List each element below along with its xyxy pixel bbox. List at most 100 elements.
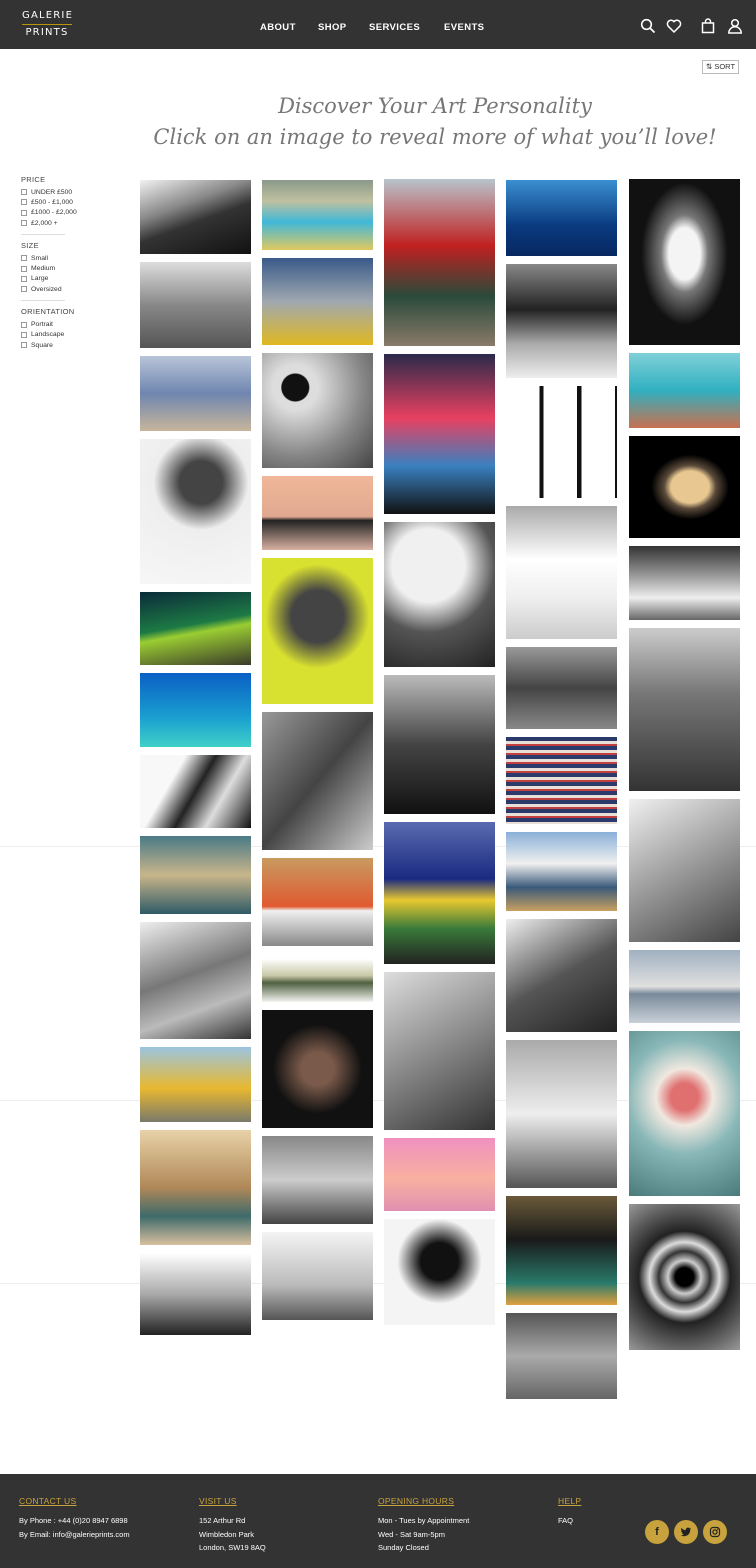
option-label: Large [31, 275, 49, 283]
artwork-rowing-sunset[interactable] [262, 476, 373, 550]
artwork-men-car-street[interactable] [140, 836, 251, 914]
artwork-new-york-aerial[interactable] [629, 628, 740, 791]
checkbox[interactable] [21, 342, 27, 349]
artwork-roller-skater[interactable] [506, 1040, 617, 1188]
option-label: £2,000 + [31, 219, 58, 227]
artwork-pool-backgammon[interactable] [629, 353, 740, 428]
artwork-woman-armchair-room[interactable] [140, 1130, 251, 1245]
facebook-icon[interactable]: f [645, 1520, 669, 1544]
artwork-man-payphone[interactable] [629, 799, 740, 942]
user-icon[interactable] [727, 18, 743, 34]
artwork-salvador-dali[interactable] [506, 919, 617, 1032]
artwork-dolphin-underwater[interactable] [506, 180, 617, 256]
instagram-glyph [709, 1526, 721, 1538]
artwork-woman-balcony[interactable] [140, 922, 251, 1039]
artwork-abstract-architecture[interactable] [140, 755, 251, 828]
artwork-saturn-planet[interactable] [629, 436, 740, 538]
orientation-filter-option[interactable]: Square [21, 340, 121, 350]
artwork-taj-mahal-arch[interactable] [629, 179, 740, 345]
artwork-parachute-woman[interactable] [384, 179, 495, 346]
sort-button[interactable]: ⇅ SORT [702, 60, 739, 74]
hours-line: Wed - Sat 9am-5pm [378, 1529, 445, 1539]
phone-number[interactable]: +44 (0)20 8947 6898 [58, 1516, 128, 1525]
size-filter-option[interactable]: Medium [21, 263, 121, 273]
orientation-filter-option[interactable]: Portrait [21, 319, 121, 329]
checkbox[interactable] [21, 199, 27, 206]
hours-heading: OPENING HOURS [378, 1496, 455, 1506]
artwork-zebra-orange-chairs[interactable] [262, 858, 373, 946]
option-label: Square [31, 341, 53, 349]
artwork-spiral-staircase[interactable] [629, 1204, 740, 1350]
artwork-cut-books-stripes[interactable] [506, 737, 617, 824]
checkbox[interactable] [21, 189, 27, 196]
instagram-icon[interactable] [703, 1520, 727, 1544]
artwork-turquoise-sea[interactable] [140, 673, 251, 747]
artwork-clock-hat-woman[interactable] [384, 522, 495, 667]
price-filter-option[interactable]: £1000 - £2,000 [21, 208, 121, 218]
orientation-filter-option[interactable]: Landscape [21, 330, 121, 340]
artwork-neon-paris-night[interactable] [384, 354, 495, 514]
artwork-leopard-walker[interactable] [506, 1313, 617, 1399]
twitter-icon[interactable] [674, 1520, 698, 1544]
size-filter-title: SIZE [21, 241, 39, 251]
checkbox[interactable] [21, 255, 27, 262]
artwork-aurora-borealis[interactable] [140, 592, 251, 665]
address-line: Wimbledon Park [199, 1529, 255, 1539]
checkbox[interactable] [21, 265, 27, 272]
nav-about[interactable]: ABOUT [260, 22, 296, 33]
artwork-couple-film-still[interactable] [262, 712, 373, 850]
checkbox[interactable] [21, 321, 27, 328]
artwork-casino-table-party[interactable] [506, 1196, 617, 1305]
artwork-veiled-hat-woman[interactable] [384, 1219, 495, 1325]
artwork-batman-robin[interactable] [384, 822, 495, 964]
artwork-yellow-car-women[interactable] [140, 1047, 251, 1122]
nav-events[interactable]: EVENTS [444, 22, 484, 33]
artwork-bulldog-puppy[interactable] [262, 1232, 373, 1320]
nav-services[interactable]: SERVICES [369, 22, 420, 33]
artwork-legs-paris-street[interactable] [506, 647, 617, 729]
artwork-bowie-contact-sheet[interactable] [506, 386, 617, 498]
artwork-boxing-ring[interactable] [629, 546, 740, 620]
checkbox[interactable] [21, 220, 27, 227]
shopping-bag-icon[interactable] [700, 18, 716, 34]
price-filter-option[interactable]: £2,000 + [21, 218, 121, 228]
size-filter-option[interactable]: Small [21, 253, 121, 263]
nav-shop[interactable]: SHOP [318, 22, 347, 33]
email-link[interactable]: info@galerieprints.com [53, 1530, 130, 1539]
checkbox[interactable] [21, 331, 27, 338]
artwork-rajasthani-man-door[interactable] [629, 1031, 740, 1196]
address-line: 152 Arthur Rd [199, 1516, 246, 1525]
price-filter-title: PRICE [21, 175, 46, 184]
artwork-pink-lifeguard-tower[interactable] [384, 1138, 495, 1211]
artwork-audrey-hepburn-portrait[interactable] [140, 439, 251, 584]
artwork-eiffel-tower-gate[interactable] [384, 675, 495, 814]
artwork-vintage-car-women[interactable] [262, 1136, 373, 1224]
artwork-queen-band-portrait[interactable] [262, 1010, 373, 1128]
artwork-man-snow-tuxedo[interactable] [506, 506, 617, 639]
faq-link[interactable]: FAQ [558, 1514, 581, 1528]
artwork-polka-dot-hats[interactable] [262, 353, 373, 468]
artwork-shadow-dancers[interactable] [384, 972, 495, 1130]
artwork-zebras-horizon[interactable] [629, 950, 740, 1023]
site-header: GALERIE PRINTS ABOUT SHOP SERVICES EVENT… [0, 0, 756, 49]
checkbox[interactable] [21, 286, 27, 293]
artwork-pool-party[interactable] [262, 180, 373, 250]
heart-icon[interactable] [666, 18, 682, 34]
artwork-louis-armstrong-spaghetti[interactable] [506, 264, 617, 378]
checkbox[interactable] [21, 209, 27, 216]
artwork-elephant-tram[interactable] [140, 262, 251, 348]
size-filter-option[interactable]: Oversized [21, 284, 121, 294]
artwork-snow-mountain-picnic[interactable] [506, 832, 617, 911]
artwork-twiggy-yellow[interactable] [262, 558, 373, 704]
search-icon[interactable] [640, 18, 656, 34]
artwork-stepwell-red-saris[interactable] [140, 356, 251, 431]
artwork-giant-shoe-sculpture[interactable] [140, 1253, 251, 1335]
artwork-wetland-landscape[interactable] [262, 954, 373, 1002]
checkbox[interactable] [21, 275, 27, 282]
artwork-twin-women-street[interactable] [262, 258, 373, 345]
artwork-ocean-waves-aerial[interactable] [140, 180, 251, 254]
price-filter-option[interactable]: £500 - £1,000 [21, 197, 121, 207]
price-filter-option[interactable]: UNDER £500 [21, 187, 121, 197]
hours-line: Mon - Tues by Appointment [378, 1516, 470, 1525]
size-filter-option[interactable]: Large [21, 274, 121, 284]
